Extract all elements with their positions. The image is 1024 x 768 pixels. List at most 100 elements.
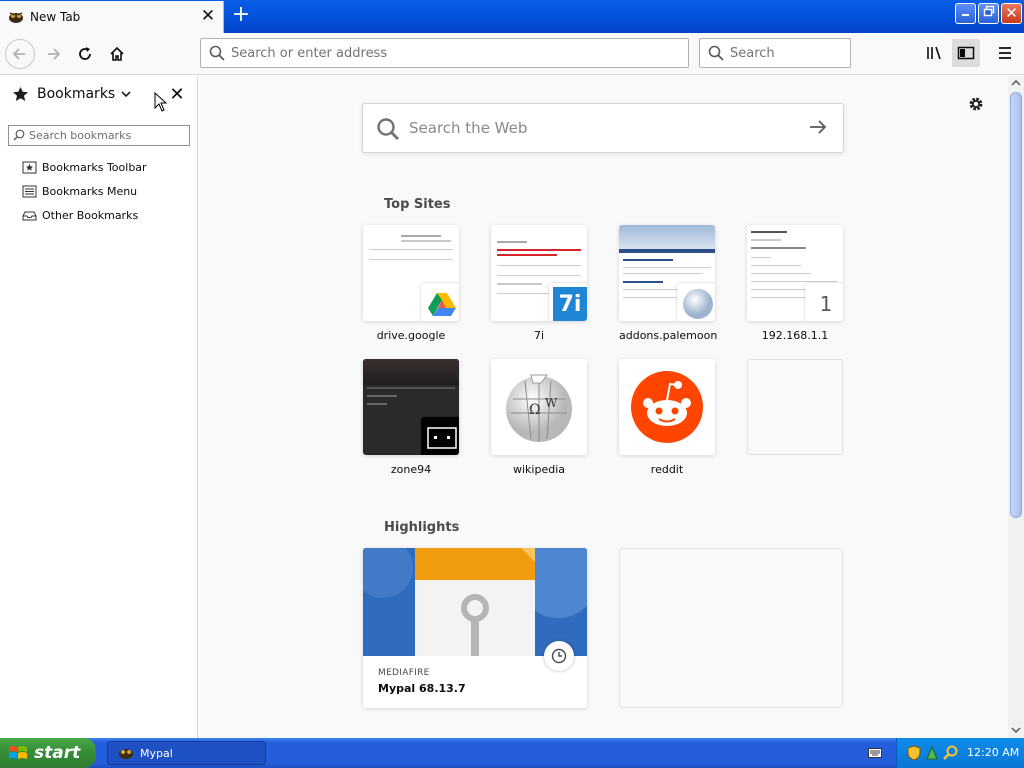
- bookmarks-sidebar: Bookmarks ✕ Bookmarks Toolbar Bookmarks …: [0, 76, 198, 738]
- address-input[interactable]: [231, 44, 671, 62]
- security-shield-icon[interactable]: [907, 745, 921, 761]
- title-bar: New Tab ✕ + ✕: [0, 0, 1024, 33]
- windows-flag-icon: [9, 746, 27, 759]
- svg-text:Ω: Ω: [529, 402, 541, 418]
- site-label: drive.google: [376, 329, 446, 342]
- top-site-192-168-1-1[interactable]: 1 192.168.1.1: [747, 225, 843, 342]
- site-thumbnail: [363, 359, 459, 455]
- arrow-right-icon[interactable]: [809, 119, 827, 135]
- bookmarks-search-input[interactable]: [29, 128, 187, 143]
- bookmarks-item-label: Bookmarks Menu: [42, 184, 138, 198]
- start-button[interactable]: start: [0, 738, 96, 768]
- search-bar[interactable]: [699, 38, 851, 68]
- minimize-button[interactable]: [955, 3, 976, 24]
- address-bar[interactable]: [200, 38, 689, 68]
- restore-icon: [983, 5, 994, 17]
- clock-icon: [544, 641, 574, 671]
- reddit-icon: [619, 359, 715, 455]
- sidebar-title: Bookmarks: [37, 86, 116, 102]
- start-label: start: [34, 743, 81, 763]
- other-bookmarks-icon: [22, 211, 37, 220]
- scrollbar-thumb[interactable]: [1010, 92, 1022, 518]
- search-icon: [708, 45, 724, 61]
- top-site-drive-google[interactable]: drive.google: [363, 225, 459, 342]
- system-tray: 12:20 AM: [896, 738, 1024, 768]
- number-icon: 1: [805, 283, 843, 321]
- top-site-empty[interactable]: [747, 359, 843, 455]
- top-sites-title: Top Sites: [384, 197, 451, 212]
- top-site-reddit[interactable]: reddit: [619, 359, 715, 476]
- top-site-addons-palemoon[interactable]: addons.palemoon: [619, 225, 718, 342]
- wikipedia-icon: Ω W: [491, 359, 587, 455]
- star-icon: [13, 87, 28, 101]
- mypal-favicon-icon: [119, 749, 133, 759]
- scroll-up-arrow-icon[interactable]: [1011, 79, 1021, 89]
- chevron-down-icon: [121, 91, 131, 98]
- scroll-down-arrow-icon[interactable]: [1011, 726, 1021, 736]
- reload-icon: [79, 47, 91, 60]
- bookmarks-menu-icon: [22, 185, 37, 197]
- highlight-image: [363, 548, 587, 656]
- bookmarks-item-label: Other Bookmarks: [42, 208, 139, 222]
- highlight-card[interactable]: MEDIAFIRE Mypal 68.13.7: [363, 548, 587, 708]
- menu-button[interactable]: [991, 39, 1019, 67]
- forward-button[interactable]: [38, 39, 68, 69]
- windows-taskbar: start Mypal 12:20 AM: [0, 738, 1024, 768]
- sidebar-close-button[interactable]: ✕: [169, 84, 185, 105]
- zone94-icon: [421, 417, 459, 455]
- keyboard-icon[interactable]: [868, 748, 882, 758]
- search-icon: [377, 118, 399, 140]
- other-bookmarks-item[interactable]: Other Bookmarks: [22, 206, 138, 224]
- top-site-wikipedia[interactable]: Ω W wikipedia: [491, 359, 587, 476]
- new-tab-page: Top Sites drive.google 7i 7i: [199, 76, 1008, 738]
- top-site-7i[interactable]: 7i 7i: [491, 225, 587, 342]
- back-button[interactable]: [5, 39, 35, 69]
- close-icon: ✕: [1005, 4, 1018, 22]
- reload-button[interactable]: [70, 39, 100, 69]
- sidebar-toggle-button[interactable]: [952, 39, 980, 67]
- sidebar-header[interactable]: Bookmarks: [12, 86, 131, 102]
- bookmarks-toolbar-item[interactable]: Bookmarks Toolbar: [22, 158, 147, 176]
- bookmarks-item-label: Bookmarks Toolbar: [42, 160, 147, 174]
- top-site-zone94[interactable]: zone94: [363, 359, 459, 476]
- highlight-host: MEDIAFIRE: [378, 668, 430, 678]
- taskbar-clock: 12:20 AM: [967, 746, 1020, 759]
- navigation-toolbar: [0, 33, 1024, 75]
- empty-site-placeholder: [747, 359, 843, 455]
- site-label: wikipedia: [512, 463, 565, 476]
- web-search-box[interactable]: [362, 103, 844, 153]
- highlights-title: Highlights: [384, 520, 460, 535]
- tab-close-button[interactable]: ✕: [200, 8, 216, 25]
- tab-title: New Tab: [30, 10, 81, 24]
- search-input[interactable]: [730, 44, 840, 62]
- back-arrow-icon: [12, 48, 25, 60]
- empty-highlight-placeholder: [619, 548, 843, 708]
- search-tray-icon[interactable]: [943, 745, 959, 761]
- network-icon[interactable]: [925, 745, 939, 761]
- library-icon: [927, 46, 941, 60]
- taskbar-item-mypal[interactable]: Mypal: [107, 741, 266, 765]
- close-window-button[interactable]: ✕: [1001, 3, 1022, 24]
- forward-arrow-icon: [48, 48, 61, 60]
- minimize-icon: [961, 14, 969, 16]
- restore-button[interactable]: [978, 3, 999, 24]
- google-drive-icon: [421, 283, 459, 321]
- tab-new-tab[interactable]: New Tab ✕: [0, 1, 224, 33]
- bookmarks-menu-item[interactable]: Bookmarks Menu: [22, 182, 137, 200]
- web-search-input[interactable]: [409, 118, 789, 138]
- menu-icon: [999, 47, 1011, 59]
- bookmarks-search-box[interactable]: [8, 125, 190, 146]
- site-label: 7i: [533, 329, 545, 342]
- home-button[interactable]: [102, 39, 132, 69]
- library-button[interactable]: [920, 39, 948, 67]
- site-label: addons.palemoon: [619, 329, 718, 342]
- site-thumbnail: [363, 225, 459, 321]
- vertical-scrollbar[interactable]: [1008, 76, 1024, 738]
- site-label: reddit: [650, 463, 684, 476]
- highlight-title: Mypal 68.13.7: [378, 682, 466, 695]
- site-thumbnail: [619, 225, 715, 321]
- search-icon: [209, 45, 225, 61]
- home-icon: [110, 46, 124, 61]
- new-tab-button[interactable]: +: [230, 4, 252, 27]
- gear-icon[interactable]: [967, 95, 985, 113]
